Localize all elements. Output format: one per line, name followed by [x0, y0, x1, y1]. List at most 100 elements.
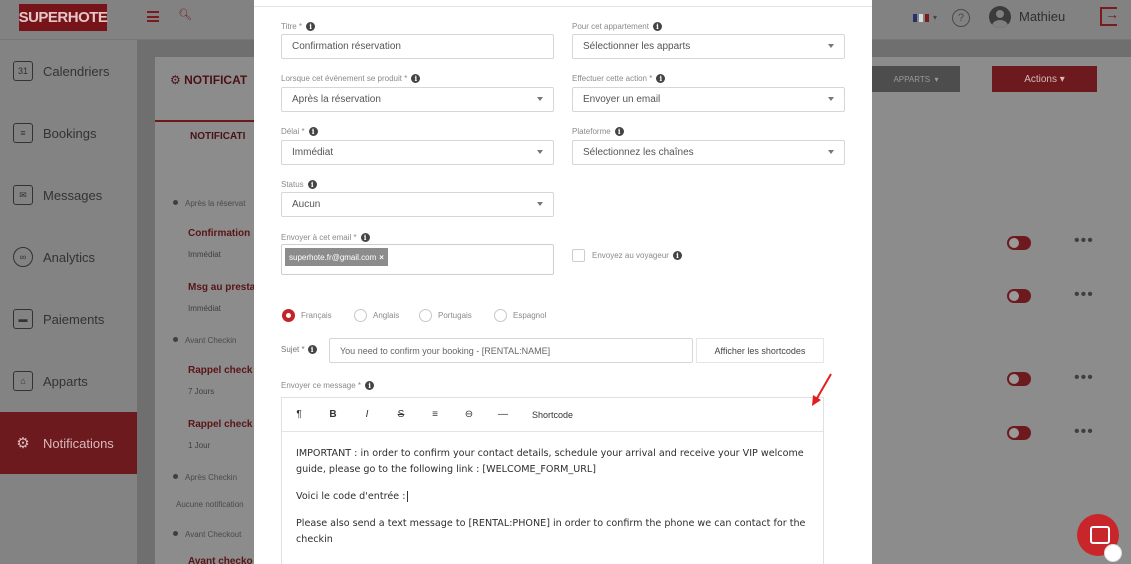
notification-delay: Immédiat: [188, 304, 221, 313]
title-label: Titre * i: [281, 22, 316, 31]
action-label: Effectuer cette action * i: [572, 74, 666, 83]
timeline-section: Après Checkin: [185, 473, 238, 482]
page-title: ⚙ NOTIFICAT: [170, 73, 248, 87]
sidebar-item-label: Notifications: [43, 435, 114, 451]
delay-label: Délai * i: [281, 127, 318, 136]
chevron-down-icon: [537, 97, 543, 101]
tab-notifications[interactable]: NOTIFICATI: [190, 131, 245, 142]
appart-select[interactable]: Sélectionner les apparts: [572, 34, 845, 59]
bookings-icon: ≡: [13, 123, 33, 143]
info-icon[interactable]: i: [365, 381, 375, 390]
more-icon[interactable]: •••: [1074, 232, 1094, 250]
info-icon[interactable]: i: [652, 22, 662, 31]
radio-anglais[interactable]: [354, 309, 367, 322]
toggle-switch[interactable]: [1007, 426, 1031, 440]
info-icon[interactable]: i: [672, 251, 682, 260]
toggle-switch[interactable]: [1007, 289, 1031, 303]
more-icon[interactable]: •••: [1074, 286, 1094, 304]
notification-title[interactable]: Rappel check: [188, 419, 252, 430]
status-label: Status i: [281, 180, 317, 189]
sidebar-item-label: Apparts: [43, 373, 88, 389]
show-shortcodes-button[interactable]: Afficher les shortcodes: [696, 338, 824, 363]
action-select[interactable]: Envoyer un email: [572, 87, 845, 112]
sidebar-item-messages[interactable]: ✉ Messages: [0, 164, 137, 226]
subject-input[interactable]: You need to confirm your booking - [RENT…: [329, 338, 693, 363]
mail-icon: ✉: [13, 185, 33, 205]
sidebar-item-analytics[interactable]: ∞ Analytics: [0, 226, 137, 288]
notification-modal: Titre * i Confirmation réservation Pour c…: [254, 0, 872, 564]
timeline-dot: [173, 474, 178, 479]
email-chip[interactable]: superhote.fr@gmail.com ×: [285, 248, 388, 266]
more-icon[interactable]: •••: [1074, 423, 1094, 441]
chevron-down-icon: [828, 150, 834, 154]
sidebar-item-bookings[interactable]: ≡ Bookings: [0, 102, 137, 164]
language-label: Français: [301, 311, 332, 320]
email-label: Envoyer à cet email * i: [281, 233, 370, 242]
notification-title[interactable]: Confirmation: [188, 228, 250, 239]
traveler-label: Envoyez au voyageur i: [592, 251, 682, 260]
strikethrough-icon[interactable]: S: [384, 398, 418, 432]
status-select[interactable]: Aucun: [281, 192, 554, 217]
logout-icon[interactable]: [1100, 6, 1119, 26]
toggle-switch[interactable]: [1007, 236, 1031, 250]
more-icon[interactable]: •••: [1074, 369, 1094, 387]
info-icon[interactable]: i: [411, 74, 421, 83]
close-icon[interactable]: ×: [379, 253, 384, 262]
payment-icon: ▬: [13, 309, 33, 329]
search-icon[interactable]: 🔍︎: [178, 8, 192, 21]
email-input[interactable]: superhote.fr@gmail.com ×: [281, 244, 554, 275]
sidebar-item-calendriers[interactable]: 31 Calendriers: [0, 40, 137, 102]
gears-icon: ⚙: [16, 435, 30, 452]
horizontal-rule-icon[interactable]: —: [486, 398, 520, 432]
sidebar-item-notifications[interactable]: ⚙ Notifications: [0, 412, 137, 474]
info-icon[interactable]: i: [656, 74, 666, 83]
timeline-section: Avant Checkin: [185, 336, 237, 345]
notification-delay: 7 Jours: [188, 387, 215, 396]
delay-select[interactable]: Immédiat: [281, 140, 554, 165]
menu-icon[interactable]: [147, 11, 159, 22]
user-name[interactable]: Mathieu: [1019, 9, 1065, 24]
toggle-switch[interactable]: [1007, 372, 1031, 386]
link-icon[interactable]: ⊖: [452, 398, 486, 432]
info-icon[interactable]: i: [307, 180, 317, 189]
language-label: Portugais: [438, 311, 472, 320]
paragraph-icon[interactable]: ¶: [282, 398, 316, 432]
info-icon[interactable]: i: [307, 345, 317, 354]
shortcode-button[interactable]: Shortcode: [520, 398, 585, 432]
italic-icon[interactable]: I: [350, 398, 384, 432]
apparts-filter-button[interactable]: APPARTS ▾: [872, 66, 960, 92]
help-icon[interactable]: ?: [952, 9, 970, 27]
notification-title[interactable]: Rappel check: [188, 365, 252, 376]
sidebar-item-apparts[interactable]: ⌂ Apparts: [0, 350, 137, 412]
actions-button[interactable]: Actions ▾: [992, 66, 1097, 92]
radio-francais[interactable]: [282, 309, 295, 322]
editor-content[interactable]: IMPORTANT : in order to confirm your con…: [296, 446, 811, 559]
appart-label: Pour cet appartement i: [572, 22, 662, 31]
notification-delay: Immédiat: [188, 250, 221, 259]
notification-title[interactable]: Avant checko: [188, 556, 253, 564]
list-icon[interactable]: ≡: [418, 398, 452, 432]
message-editor[interactable]: ¶ B I S ≡ ⊖ — Shortcode IMPORTANT : in o…: [281, 397, 824, 564]
radio-espagnol[interactable]: [494, 309, 507, 322]
title-input[interactable]: Confirmation réservation: [281, 34, 554, 59]
traveler-checkbox[interactable]: [572, 249, 585, 262]
info-icon[interactable]: i: [614, 127, 624, 136]
message-paragraph: Voici le code d'entrée :: [296, 489, 811, 505]
superhote-logo[interactable]: SUPERHOTE: [19, 4, 108, 31]
info-icon[interactable]: i: [360, 233, 370, 242]
radio-portugais[interactable]: [419, 309, 432, 322]
info-icon[interactable]: i: [306, 22, 316, 31]
sidebar-item-label: Analytics: [43, 249, 96, 265]
apartment-icon: ⌂: [13, 371, 33, 391]
modal-header: [254, 0, 872, 7]
platform-select[interactable]: Sélectionnez les chaînes: [572, 140, 845, 165]
language-flag-icon[interactable]: ▾: [913, 13, 937, 22]
avatar[interactable]: [989, 6, 1011, 28]
sidebar-item-paiements[interactable]: ▬ Paiements: [0, 288, 137, 350]
sidebar-item-label: Messages: [43, 187, 103, 203]
bold-icon[interactable]: B: [316, 398, 350, 432]
timeline-dot: [173, 337, 178, 342]
info-icon[interactable]: i: [308, 127, 318, 136]
event-select[interactable]: Après la réservation: [281, 87, 554, 112]
notification-title[interactable]: Msg au presta: [188, 282, 255, 293]
